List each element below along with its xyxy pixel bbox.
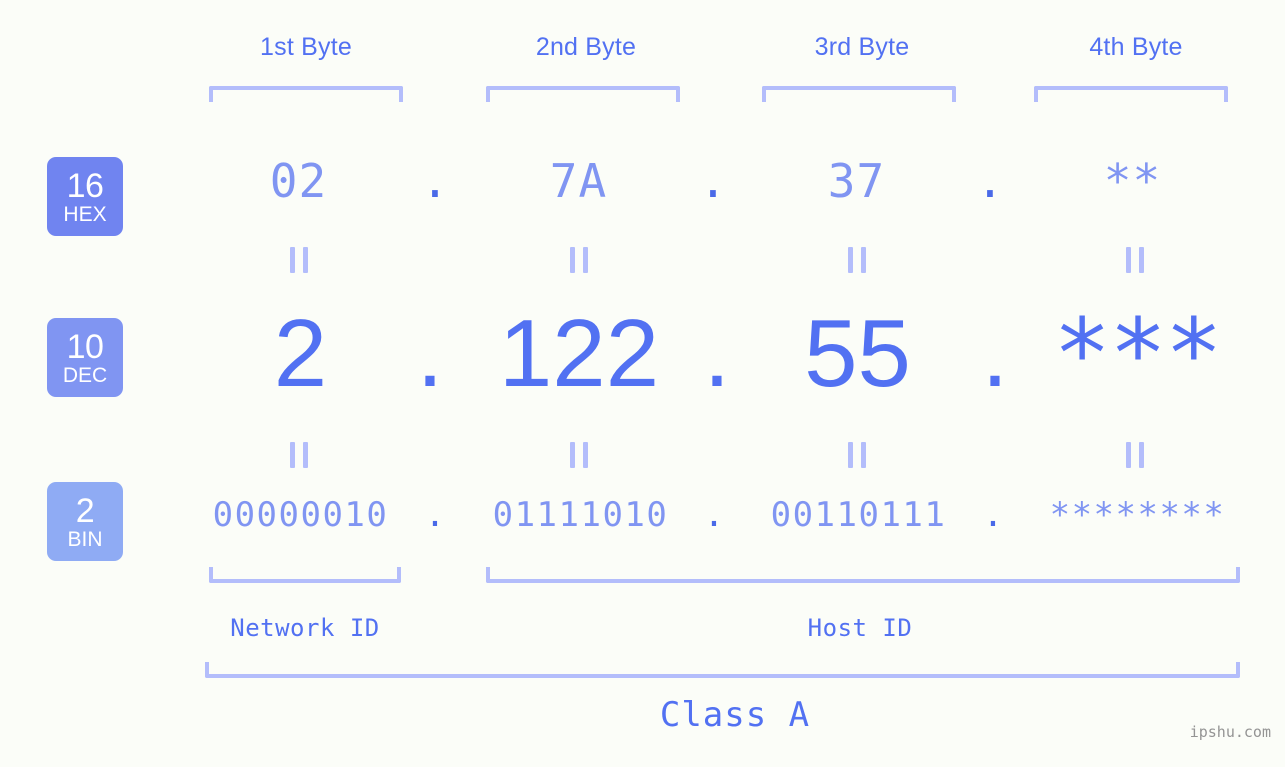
base-badge-bin-name: BIN	[67, 527, 103, 551]
base-badge-dec-number: 10	[66, 327, 104, 366]
network-id-bracket	[209, 567, 401, 583]
equals-icon-dec-bin-3	[848, 442, 866, 468]
byte-bracket-1	[209, 86, 403, 102]
byte-header-2: 2nd Byte	[535, 33, 637, 61]
hex-separator-2: .	[699, 154, 727, 208]
bin-value-byte-1: 00000010	[212, 495, 389, 535]
host-id-label: Host ID	[807, 614, 913, 642]
hex-value-byte-3: 37	[827, 154, 886, 208]
dec-value-byte-2: 122	[498, 300, 660, 407]
byte-bracket-2	[486, 86, 680, 102]
base-badge-bin-number: 2	[75, 491, 95, 530]
bin-separator-2: .	[703, 495, 725, 535]
equals-icon-hex-dec-4	[1126, 247, 1144, 273]
base-badge-bin: 2 BIN	[47, 482, 123, 561]
byte-header-3: 3rd Byte	[814, 33, 910, 61]
equals-icon-hex-dec-1	[290, 247, 308, 273]
hex-value-byte-2: 7A	[549, 154, 608, 208]
byte-bracket-3	[762, 86, 956, 102]
base-badge-dec: 10 DEC	[47, 318, 123, 397]
host-id-bracket	[486, 567, 1240, 583]
ip-byte-breakdown-diagram: 1st Byte 2nd Byte 3rd Byte 4th Byte 16 H…	[0, 0, 1285, 767]
dec-separator-2: .	[703, 300, 731, 407]
hex-separator-3: .	[976, 154, 1004, 208]
byte-header-4: 4th Byte	[1089, 33, 1183, 61]
dec-value-byte-1: 2	[273, 300, 328, 407]
hex-separator-1: .	[421, 154, 449, 208]
bin-separator-1: .	[424, 495, 446, 535]
equals-icon-dec-bin-4	[1126, 442, 1144, 468]
base-badge-hex-name: HEX	[63, 202, 107, 226]
bin-separator-3: .	[982, 495, 1004, 535]
watermark: ipshu.com	[1189, 723, 1271, 741]
base-badge-hex-number: 16	[66, 166, 104, 205]
dec-separator-1: .	[416, 300, 444, 407]
hex-value-byte-1: 02	[269, 154, 328, 208]
equals-icon-dec-bin-1	[290, 442, 308, 468]
byte-bracket-4	[1034, 86, 1228, 102]
bin-value-byte-3: 00110111	[770, 495, 947, 535]
byte-header-1: 1st Byte	[260, 33, 352, 61]
base-badge-dec-name: DEC	[62, 363, 108, 387]
dec-value-byte-4: ***	[1053, 298, 1222, 410]
bin-value-byte-2: 01111010	[492, 495, 669, 535]
dec-value-byte-3: 55	[804, 300, 911, 407]
bin-value-byte-4: ********	[1049, 495, 1226, 535]
class-bracket	[205, 662, 1240, 678]
equals-icon-hex-dec-2	[570, 247, 588, 273]
hex-value-byte-4: **	[1103, 154, 1162, 208]
class-label: Class A	[659, 695, 811, 735]
equals-icon-dec-bin-2	[570, 442, 588, 468]
dec-separator-3: .	[981, 300, 1009, 407]
base-badge-hex: 16 HEX	[47, 157, 123, 236]
network-id-label: Network ID	[230, 614, 380, 642]
equals-icon-hex-dec-3	[848, 247, 866, 273]
